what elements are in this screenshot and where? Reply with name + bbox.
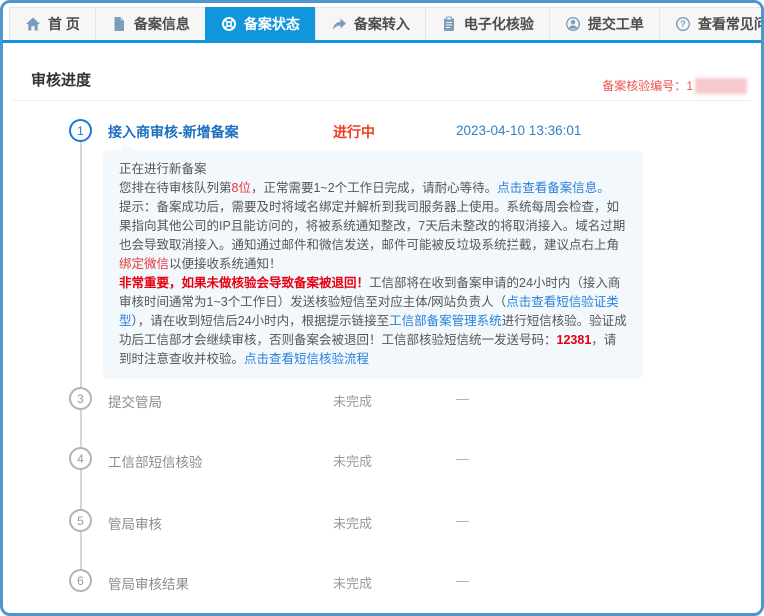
- tab-label: 电子化核验: [464, 14, 534, 34]
- svg-text:?: ?: [680, 19, 686, 29]
- notice-text: 正在进行新备案: [119, 162, 207, 176]
- step-label: 工信部短信核验: [108, 451, 203, 471]
- step-label: 管局审核结果: [108, 573, 189, 593]
- step-status: 未完成: [333, 513, 372, 532]
- step-circle: 5: [69, 509, 92, 532]
- step-time: —: [456, 573, 469, 588]
- verification-number: 备案核验编号：1: [602, 77, 747, 94]
- tab-filing-transfer[interactable]: 备案转入: [315, 7, 426, 40]
- step-status: 未完成: [333, 391, 372, 410]
- user-icon: [565, 16, 581, 32]
- tab-label: 提交工单: [588, 14, 644, 34]
- verification-number-visible: 1: [686, 79, 693, 93]
- redacted-number-box: [695, 78, 747, 94]
- top-nav: 首 页 备案信息 备案状态 备案转入 电子化核验 提交工单 ? 查看常见问题: [3, 3, 761, 43]
- step-time: —: [456, 513, 469, 528]
- step-circle: 6: [69, 569, 92, 592]
- tab-home[interactable]: 首 页: [9, 7, 96, 40]
- question-icon: ?: [675, 16, 691, 32]
- notice-text: 以便接收系统通知！: [169, 257, 282, 271]
- notice-text: ），请在收到短信后24小时内，根据提示链接至: [132, 314, 390, 328]
- step-status: 进行中: [333, 122, 375, 142]
- file-icon: [111, 16, 127, 32]
- clipboard-icon: [441, 16, 457, 32]
- step-number: 4: [77, 452, 84, 466]
- step-circle: 4: [69, 447, 92, 470]
- notice-text: 您排在待审核队列第: [119, 181, 232, 195]
- notice-text: 提示：备案成功后，需要及时将域名绑定并解析到我司服务器上使用。系统每周会检查，如…: [119, 200, 625, 252]
- tab-label: 备案信息: [134, 14, 190, 34]
- step-label: 提交管局: [108, 391, 162, 411]
- tab-label: 备案状态: [244, 14, 300, 34]
- sms-number-highlight: 12381: [557, 333, 592, 347]
- tab-label: 查看常见问题: [698, 14, 764, 34]
- header-divider: [13, 100, 751, 101]
- step-status: 未完成: [333, 451, 372, 470]
- miit-system-link[interactable]: 工信部备案管理系统: [389, 314, 502, 328]
- step-status: 未完成: [333, 573, 372, 592]
- notice-text: ，正常需要1~2个工作日完成，请耐心等待。: [251, 181, 497, 195]
- arrow-forward-icon: [331, 16, 347, 32]
- tab-label: 首 页: [48, 14, 80, 34]
- step-number: 3: [77, 392, 84, 406]
- step-label: 接入商审核-新增备案: [108, 122, 239, 142]
- step-number: 5: [77, 514, 84, 528]
- step-label: 管局审核: [108, 513, 162, 533]
- verification-number-label: 备案核验编号：: [602, 77, 686, 94]
- status-notice-bubble: 正在进行新备案 您排在待审核队列第8位，正常需要1~2个工作日完成，请耐心等待。…: [103, 150, 643, 379]
- bind-wechat-highlight: 绑定微信: [119, 257, 169, 271]
- step-number: 1: [77, 124, 84, 138]
- page-frame: 首 页 备案信息 备案状态 备案转入 电子化核验 提交工单 ? 查看常见问题 审…: [0, 0, 764, 616]
- step-circle: 1: [69, 119, 92, 142]
- view-filing-info-link[interactable]: 点击查看备案信息。: [497, 181, 610, 195]
- step-time: —: [456, 391, 469, 406]
- tab-e-verification[interactable]: 电子化核验: [425, 7, 550, 40]
- home-icon: [25, 16, 41, 32]
- sms-verify-flow-link[interactable]: 点击查看短信核验流程: [244, 352, 369, 366]
- step-time: —: [456, 451, 469, 466]
- tab-filing-status[interactable]: 备案状态: [205, 7, 316, 40]
- step-circle: 3: [69, 387, 92, 410]
- tab-faq[interactable]: ? 查看常见问题: [659, 7, 764, 40]
- lifebuoy-icon: [221, 16, 237, 32]
- tab-submit-ticket[interactable]: 提交工单: [549, 7, 660, 40]
- tab-label: 备案转入: [354, 14, 410, 34]
- step-number: 6: [77, 574, 84, 588]
- important-warning-text: 非常重要，如果未做核验会导致备案被退回！: [119, 276, 369, 290]
- queue-position-highlight: 8位: [232, 181, 251, 195]
- step-time: 2023-04-10 13:36:01: [456, 123, 581, 138]
- tab-filing-info[interactable]: 备案信息: [95, 7, 206, 40]
- page-title: 审核进度: [31, 69, 91, 90]
